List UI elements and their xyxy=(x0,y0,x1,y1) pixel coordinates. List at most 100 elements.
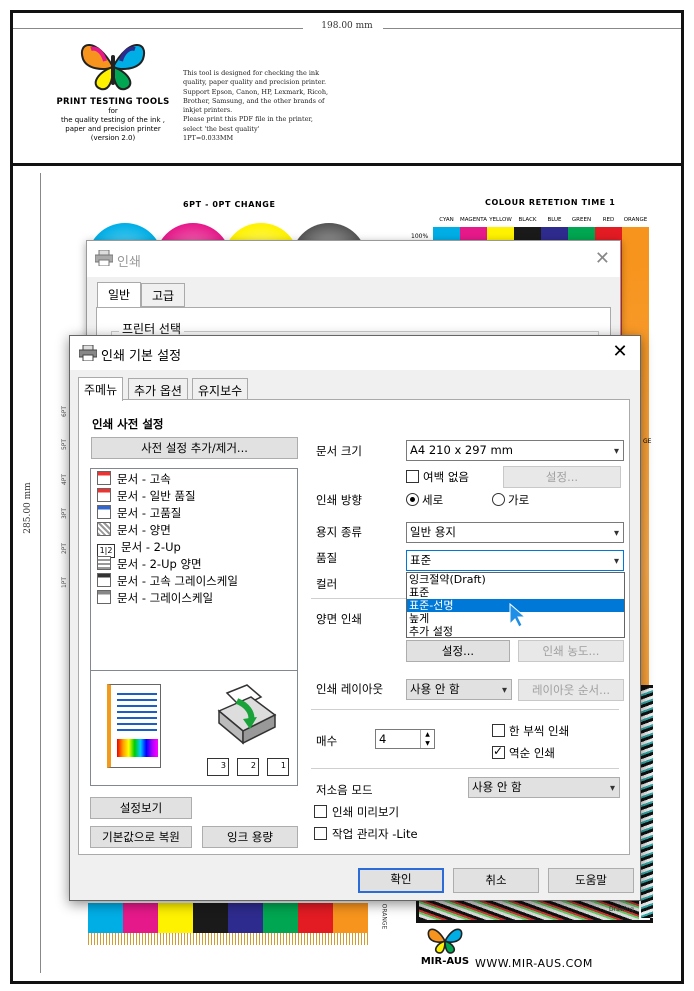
add-remove-presets-button[interactable]: 사전 설정 추가/제거... xyxy=(91,437,298,459)
colour-strip-cell xyxy=(88,903,106,933)
pt-label: 1PT xyxy=(61,576,69,589)
orientation-label: 인쇄 방향 xyxy=(316,493,362,507)
preset-item[interactable]: 문서 - 그레이스케일 xyxy=(97,590,213,607)
layout-order-button[interactable]: 레이아웃 순서... xyxy=(518,679,624,701)
colour-header: GREEN xyxy=(571,217,592,223)
mouse-cursor-icon xyxy=(508,602,528,631)
colour-strip-cell xyxy=(175,903,193,933)
quiet-mode-select[interactable]: 사용 안 함 ▾ xyxy=(468,777,620,798)
colour-strip-cell xyxy=(140,903,158,933)
borderless-checkbox[interactable] xyxy=(406,470,419,483)
document-icon xyxy=(97,590,111,604)
document-icon xyxy=(97,505,111,519)
colour-strip-cell xyxy=(105,903,123,933)
borderless-settings-button[interactable]: 설정... xyxy=(503,466,621,488)
preset-item[interactable]: 1|2 문서 - 2-Up xyxy=(97,539,181,558)
colour-header: MAGENTA xyxy=(460,217,487,223)
print-preview-checkbox[interactable] xyxy=(314,805,327,818)
preset-item[interactable]: 문서 - 2-Up 양면 xyxy=(97,556,202,573)
section-colour-title: COLOUR RETETION TIME 1 xyxy=(485,198,616,207)
quality-select[interactable]: 표준 ▾ xyxy=(406,550,624,571)
preset-item[interactable]: 문서 - 고품질 xyxy=(97,505,181,522)
tab-more-options[interactable]: 추가 옵션 xyxy=(128,378,188,400)
bottom-colour-strip xyxy=(88,903,368,945)
preset-label: 문서 - 고품질 xyxy=(117,506,182,520)
logo-subtitle-line: for xyxy=(108,107,118,115)
ink-levels-button[interactable]: 잉크 용량 xyxy=(202,826,298,848)
cancel-button[interactable]: 취소 xyxy=(453,868,539,893)
reverse-order-checkbox[interactable] xyxy=(492,744,505,759)
tab-maintenance[interactable]: 유지보수 xyxy=(192,378,249,400)
colour-strip-cell xyxy=(123,903,141,933)
quality-option[interactable]: 잉크절약(Draft) xyxy=(407,573,624,586)
restore-defaults-button[interactable]: 기본값으로 복원 xyxy=(90,826,192,848)
duplex-settings-button[interactable]: 설정... xyxy=(406,640,510,662)
logo-subtitle-line: (version 2.0) xyxy=(90,134,136,142)
tab-general[interactable]: 일반 xyxy=(97,282,142,308)
width-label: 198.00 mm xyxy=(321,21,373,31)
quiet-mode-value: 사용 안 함 xyxy=(472,780,522,794)
description-line: Brother, Samsung, and the other brands o… xyxy=(183,96,325,105)
percent-label: 100% xyxy=(411,233,429,240)
copies-label: 매수 xyxy=(316,734,338,748)
print-density-button[interactable]: 인쇄 농도... xyxy=(518,640,624,662)
help-button[interactable]: 도움말 xyxy=(548,868,634,893)
job-manager-checkbox[interactable] xyxy=(314,827,327,840)
close-icon[interactable]: ✕ xyxy=(595,248,610,269)
preset-list[interactable]: 문서 - 고속 문서 - 일반 품질 문서 - 고품질 문서 - 양면 1|2 문… xyxy=(90,468,298,671)
chevron-down-icon: ▾ xyxy=(613,446,619,457)
preset-label: 문서 - 고속 그레이스케일 xyxy=(117,574,238,588)
chevron-down-icon: ▾ xyxy=(613,528,619,539)
landscape-radio[interactable] xyxy=(492,493,505,506)
colour-header: BLUE xyxy=(547,217,562,223)
copy-icon: 1 xyxy=(267,758,289,776)
quality-value: 표준 xyxy=(410,553,432,567)
colour-strip-cell xyxy=(298,903,316,933)
print-preview-box: 3 2 1 xyxy=(90,671,298,786)
close-icon[interactable]: ✕ xyxy=(608,340,632,364)
header-divider xyxy=(13,163,681,166)
preset-item[interactable]: 문서 - 고속 xyxy=(97,471,171,488)
logo-subtitle-line: paper and precision printer xyxy=(65,125,161,133)
preset-item[interactable]: 문서 - 고속 그레이스케일 xyxy=(97,573,238,590)
paper-size-select[interactable]: A4 210 x 297 mm ▾ xyxy=(406,440,624,461)
colour-strip-cell xyxy=(193,903,211,933)
reverse-order-label: 역순 인쇄 xyxy=(509,746,555,760)
collate-checkbox[interactable] xyxy=(492,724,505,737)
quality-label: 품질 xyxy=(316,551,338,565)
show-settings-button[interactable]: 설정보기 xyxy=(90,797,192,819)
colour-strip-cell xyxy=(210,903,228,933)
mir-aus-logo: MIR-AUS xyxy=(415,925,475,967)
description-line: select 'the best quality' xyxy=(183,124,260,133)
preview-page xyxy=(107,684,161,768)
preset-label: 문서 - 그레이스케일 xyxy=(117,591,214,605)
colour-header: CYAN xyxy=(439,217,454,223)
layout-label: 인쇄 레이아웃 xyxy=(316,682,384,696)
layout-select[interactable]: 사용 안 함 ▾ xyxy=(406,679,512,700)
preset-item[interactable]: 문서 - 일반 품질 xyxy=(97,488,196,505)
preferences-titlebar: 인쇄 기본 설정 ✕ xyxy=(70,336,640,370)
duplex-label: 양면 인쇄 xyxy=(316,612,362,626)
paper-type-value: 일반 용지 xyxy=(410,525,456,539)
ok-button[interactable]: 확인 xyxy=(358,868,444,893)
sheet-description: This tool is designed for checking the i… xyxy=(183,69,343,143)
document-icon xyxy=(97,573,111,587)
main-tab-panel: 인쇄 사전 설정 사전 설정 추가/제거... 문서 - 고속 문서 - 일반 … xyxy=(78,399,630,855)
copies-stepper[interactable]: 4 ▲ ▼ xyxy=(375,729,435,749)
colour-header: ORANGE xyxy=(623,217,648,223)
portrait-radio[interactable] xyxy=(406,493,419,506)
drawing-label: Drawing xyxy=(609,906,634,913)
orange-label: ORANGE xyxy=(380,903,388,930)
collate-label: 한 부씩 인쇄 xyxy=(509,724,570,738)
preset-item[interactable]: 문서 - 양면 xyxy=(97,522,171,539)
quality-option[interactable]: 표준 xyxy=(407,586,624,599)
height-label: 285.00 mm xyxy=(23,482,33,534)
brand-name: MIR-AUS xyxy=(420,956,470,967)
layout-value: 사용 안 함 xyxy=(410,682,460,696)
tab-main[interactable]: 주메뉴 xyxy=(78,377,124,401)
copies-value: 4 xyxy=(379,732,387,746)
colour-strip-cell xyxy=(280,903,298,933)
paper-type-select[interactable]: 일반 용지 ▾ xyxy=(406,522,624,543)
tab-advanced[interactable]: 고급 xyxy=(141,283,186,307)
stepper-arrows[interactable]: ▲ ▼ xyxy=(420,730,434,748)
